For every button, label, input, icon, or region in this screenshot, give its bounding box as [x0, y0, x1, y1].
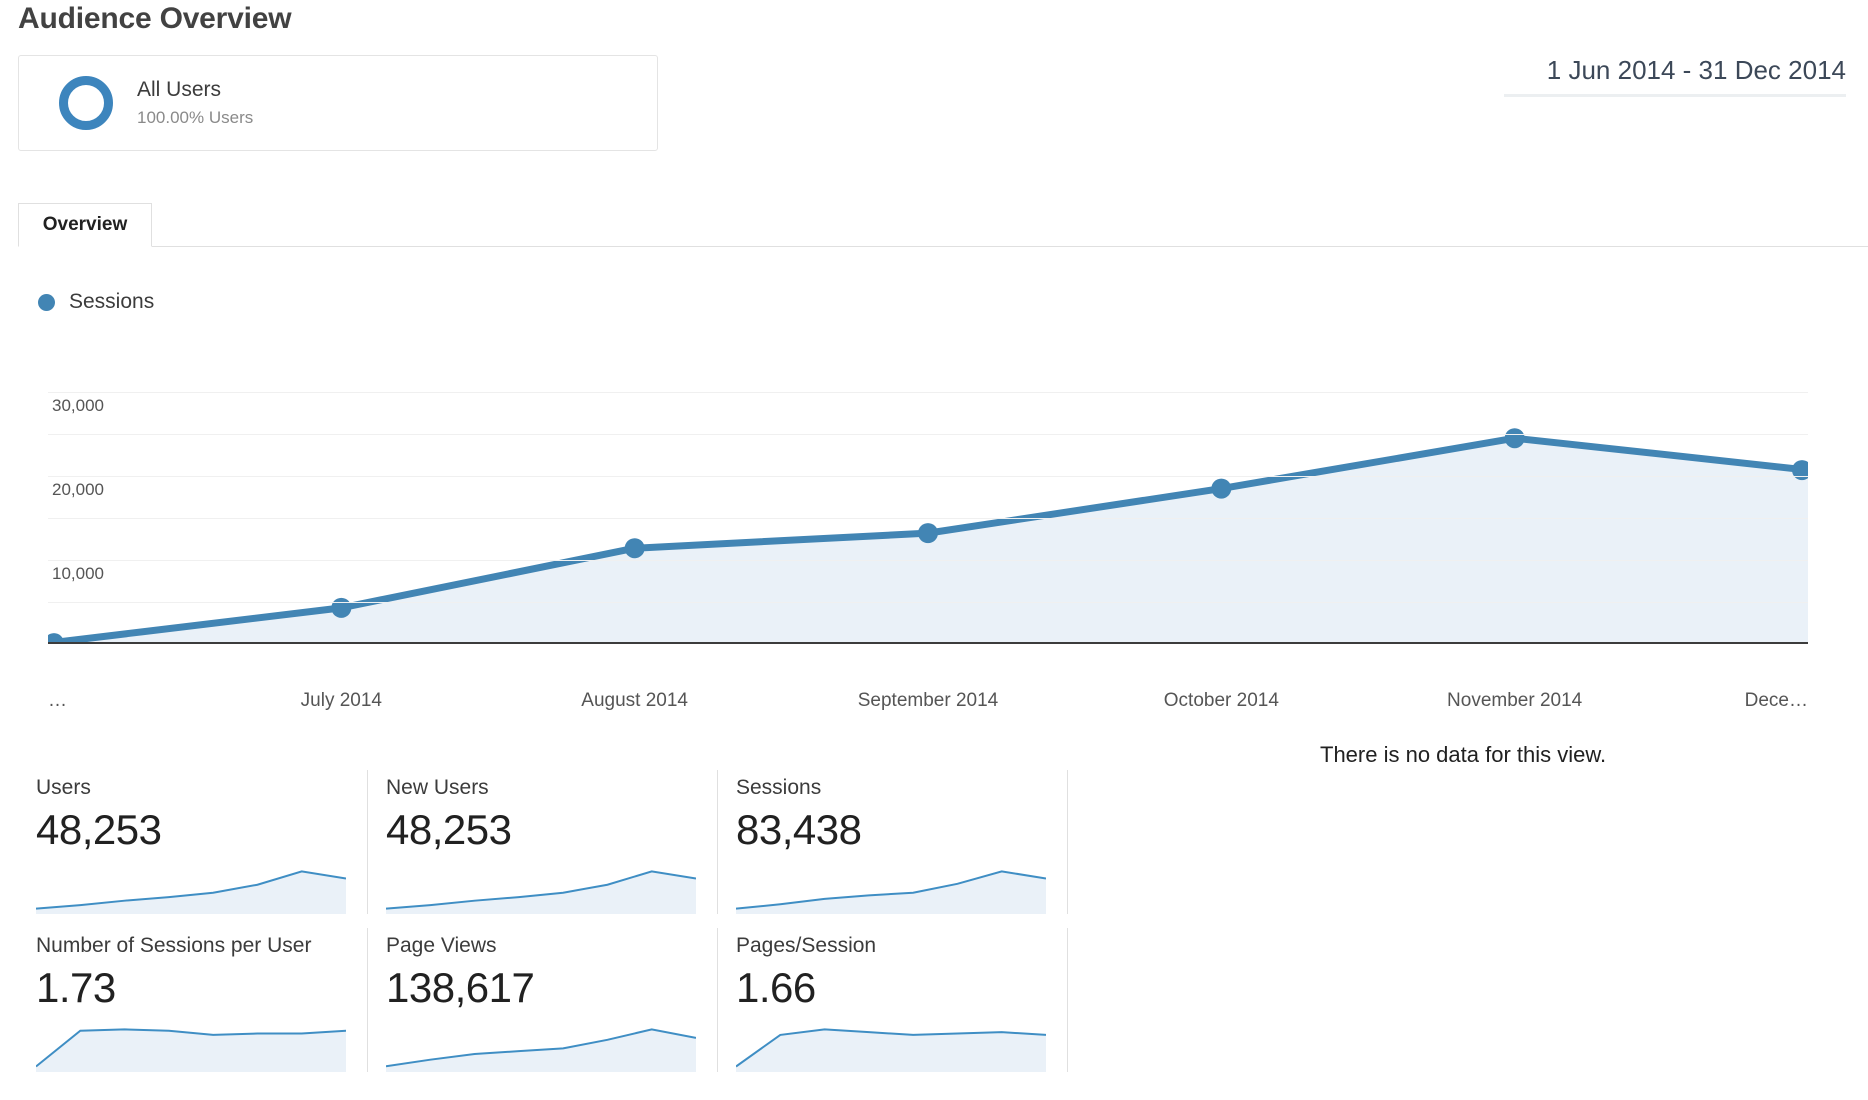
segment-card[interactable]: All Users 100.00% Users — [18, 55, 658, 151]
metric-card-label: Users — [36, 776, 91, 799]
metric-card-value: 83,438 — [736, 806, 862, 853]
chart-x-tick-label: … — [48, 690, 67, 711]
sparkline-area — [736, 1029, 1046, 1072]
chart-gridline — [48, 602, 1808, 603]
chart-data-point[interactable] — [331, 597, 352, 618]
chart-x-tick-label: November 2014 — [1447, 690, 1583, 711]
chart-gridline — [48, 560, 1808, 561]
date-range-label: 1 Jun 2014 - 31 Dec 2014 — [1546, 55, 1846, 85]
segment-name: All Users — [137, 77, 222, 101]
page-title: Audience Overview — [18, 2, 292, 35]
metric-card-sparkline — [36, 1026, 346, 1072]
metric-card-label: New Users — [386, 776, 489, 799]
chart-gridline — [48, 392, 1808, 393]
metric-card-sparkline — [36, 868, 346, 914]
tab-bar-divider — [18, 246, 1868, 247]
chart-x-axis — [48, 642, 1808, 644]
metric-card-label: Pages/Session — [736, 934, 877, 957]
metric-cards-row-1: Users 48,253 New Users 48,253 Sessions 83,438 — [18, 770, 1068, 914]
chart-gridline — [48, 476, 1808, 477]
metric-card[interactable]: Pages/Session 1.66 — [718, 928, 1068, 1072]
sparkline-area — [386, 871, 696, 914]
chart-x-tick-label: September 2014 — [857, 690, 999, 711]
metric-card-value: 1.66 — [736, 964, 816, 1011]
metric-card[interactable]: Users 48,253 — [18, 770, 368, 914]
tab-bar: Overview — [18, 203, 1868, 247]
segment-ring-icon — [59, 76, 113, 130]
metric-card[interactable]: Sessions 83,438 — [718, 770, 1068, 914]
date-range-picker[interactable]: 1 Jun 2014 - 31 Dec 2014 — [1504, 55, 1846, 97]
chart-data-point[interactable] — [624, 538, 645, 559]
sessions-chart: Sessions — [0, 262, 1868, 682]
chart-y-tick-label: 20,000 — [52, 480, 104, 499]
metric-card-value: 138,617 — [386, 964, 535, 1011]
metric-card-sparkline — [736, 868, 1046, 914]
chart-gridline — [48, 434, 1808, 435]
metric-card[interactable]: Number of Sessions per User 1.73 — [18, 928, 368, 1072]
metric-card-value: 1.73 — [36, 964, 116, 1011]
chart-data-point[interactable] — [1211, 478, 1232, 499]
tab-overview[interactable]: Overview — [18, 203, 152, 247]
date-range-underline — [1504, 94, 1846, 97]
legend-label: Sessions — [69, 290, 155, 313]
sparkline-area — [36, 1029, 346, 1072]
chart-plot-area[interactable] — [48, 392, 1808, 644]
chart-x-tick-label: Dece… — [1744, 690, 1808, 711]
chart-x-tick-label: October 2014 — [1163, 690, 1279, 711]
legend-dot-icon — [38, 293, 55, 311]
no-data-message: There is no data for this view. — [1320, 742, 1607, 767]
chart-x-tick-label: July 2014 — [300, 690, 382, 711]
metric-card-sparkline — [386, 868, 696, 914]
chart-data-point[interactable] — [918, 523, 938, 544]
chart-gridline — [48, 518, 1808, 519]
sparkline-area — [36, 871, 346, 914]
metric-card-value: 48,253 — [36, 806, 162, 853]
metric-card-label: Sessions — [736, 776, 822, 799]
segment-percentage: 100.00% Users — [137, 108, 254, 128]
metric-card-sparkline — [386, 1026, 696, 1072]
chart-x-tick-label: August 2014 — [581, 690, 689, 711]
metric-card-sparkline — [736, 1026, 1046, 1072]
sparkline-area — [736, 871, 1046, 914]
metric-card[interactable]: Page Views 138,617 — [368, 928, 718, 1072]
metric-cards-row-2: Number of Sessions per User 1.73 Page View… — [18, 928, 1068, 1072]
metric-card-value: 48,253 — [386, 806, 512, 853]
metric-card[interactable]: New Users 48,253 — [368, 770, 718, 914]
metric-card-label: Page Views — [386, 934, 497, 957]
chart-legend[interactable]: Sessions — [38, 290, 154, 314]
metric-card-label: Number of Sessions per User — [36, 934, 312, 957]
chart-y-tick-label: 10,000 — [52, 564, 104, 583]
chart-y-tick-label: 30,000 — [52, 396, 104, 415]
chart-data-point[interactable] — [1504, 428, 1525, 449]
